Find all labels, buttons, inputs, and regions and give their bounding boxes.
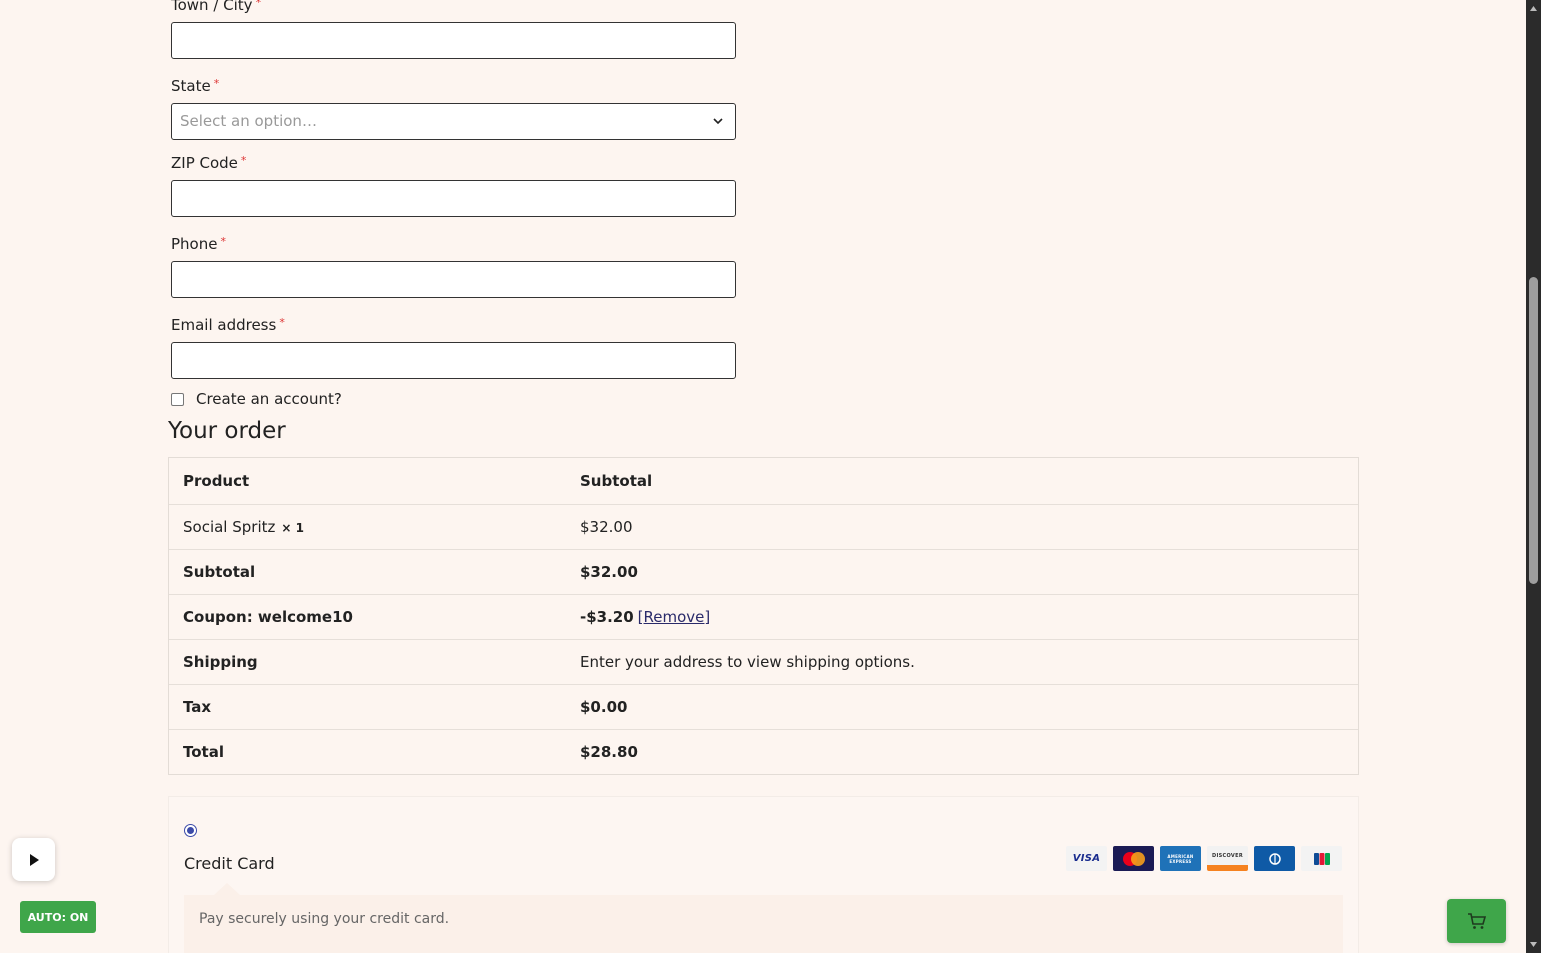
cart-icon [1467,913,1486,929]
product-header: Product [183,472,250,490]
table-row: Tax $0.00 [169,684,1358,729]
zip-code-input[interactable] [171,180,736,217]
shipping-label: Shipping [183,653,258,671]
card-logos: VISA AMERICAN EXPRESS DISCOVER [1066,846,1342,871]
scroll-up-icon[interactable] [1529,4,1538,13]
play-button[interactable] [12,838,55,881]
product-price: $32.00 [580,518,633,536]
total-value: $28.80 [580,743,638,761]
create-account-checkbox[interactable] [171,392,184,406]
required-mark: * [240,154,247,167]
required-mark: * [220,235,226,248]
visa-icon: VISA [1066,846,1107,871]
required-mark: * [255,0,262,9]
tax-label: Tax [183,698,212,716]
amex-icon: AMERICAN EXPRESS [1160,846,1201,871]
payment-description-box: Pay securely using your credit card. [184,895,1343,953]
state-select[interactable]: Select an option… [171,103,736,140]
table-row: Social Spritz × 1 $32.00 [169,504,1358,549]
phone-label: Phone * [171,235,226,253]
email-input[interactable] [171,342,736,379]
cart-button[interactable] [1447,899,1506,943]
zip-code-label: ZIP Code * [171,154,247,172]
table-row: Subtotal $32.00 [169,549,1358,594]
state-label: State * [171,77,220,95]
credit-card-label[interactable]: Credit Card [184,854,275,873]
remove-coupon-link[interactable]: [Remove] [638,608,711,626]
discover-icon: DISCOVER [1207,846,1248,871]
table-header-row: Product Subtotal [169,458,1358,504]
mastercard-circles-icon [1122,851,1145,866]
play-icon [29,853,39,866]
subtotal-header: Subtotal [580,472,653,490]
total-label: Total [183,743,224,761]
product-cell: Social Spritz × 1 [169,518,566,536]
page-scrollbar[interactable] [1526,0,1541,953]
table-row: Shipping Enter your address to view ship… [169,639,1358,684]
coupon-label: Coupon: welcome10 [183,608,353,626]
scroll-down-icon[interactable] [1529,940,1538,949]
coupon-value: -$3.20 [580,608,634,626]
description-arrow [214,883,240,895]
required-mark: * [279,316,285,329]
phone-input[interactable] [171,261,736,298]
order-table: Product Subtotal Social Spritz × 1 $32.00… [168,457,1359,775]
required-mark: * [213,77,220,90]
payment-description: Pay securely using your credit card. [199,911,450,927]
chevron-down-icon [713,118,723,125]
mastercard-icon [1113,846,1154,871]
town-city-input[interactable] [171,22,736,59]
town-city-label: Town / City * [171,0,261,14]
payment-methods: Credit Card VISA AMERICAN EXPRESS DISCOV… [168,796,1359,953]
coupon-cell: -$3.20 [Remove] [566,608,1358,626]
jcb-icon [1301,846,1342,871]
subtotal-label: Subtotal [183,563,256,581]
scroll-thumb[interactable] [1529,277,1538,584]
diners-club-mark-icon [1268,852,1281,865]
email-label: Email address * [171,316,285,334]
table-row: Coupon: welcome10 -$3.20 [Remove] [169,594,1358,639]
product-name: Social Spritz [183,518,276,536]
auto-toggle-button[interactable]: AUTO: ON [20,901,96,933]
product-qty: × 1 [281,521,304,535]
state-select-placeholder: Select an option… [180,112,317,130]
create-account-label[interactable]: Create an account? [196,390,342,408]
tax-value: $0.00 [580,698,628,716]
shipping-value: Enter your address to view shipping opti… [580,653,915,671]
credit-card-radio[interactable] [184,824,197,837]
order-title: Your order [168,418,286,444]
checkout-page: Town / City * State * Select an option… ZI… [0,0,1526,953]
diners-club-icon [1254,846,1295,871]
jcb-mark-icon [1313,852,1330,865]
table-row: Total $28.80 [169,729,1358,774]
subtotal-value: $32.00 [580,563,638,581]
create-account-row: Create an account? [171,390,342,408]
